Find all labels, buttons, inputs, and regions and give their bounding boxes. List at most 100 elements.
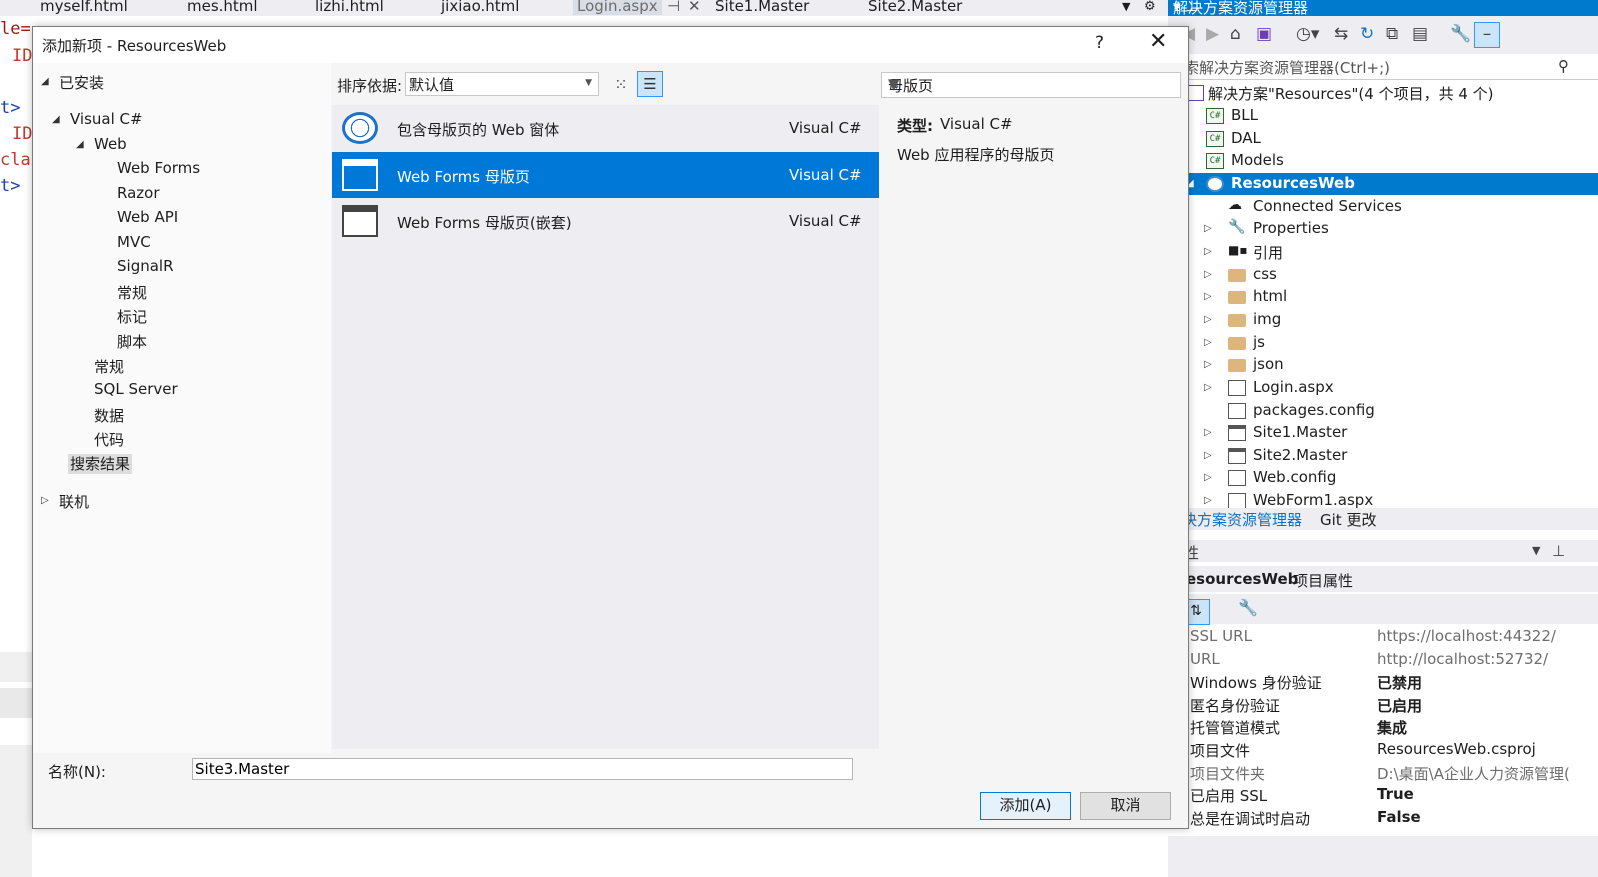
tree-folder-img[interactable]: ▷ img [1168, 309, 1598, 331]
grid-view-icon[interactable]: ⁙ [608, 72, 634, 98]
category-sql-server[interactable]: SQL Server [94, 380, 178, 398]
property-row[interactable]: Windows 身份验证 已禁用 [1168, 671, 1598, 693]
sort-dropdown[interactable]: 默认值 ▼ [405, 72, 599, 96]
collapse-arrow-icon[interactable]: ▷ [1204, 382, 1212, 393]
refresh-icon[interactable]: ↻ [1360, 24, 1374, 44]
show-all-files-icon[interactable]: ▤ [1412, 24, 1428, 44]
expand-arrow-icon[interactable]: ◢ [52, 114, 60, 125]
category-web-api[interactable]: Web API [117, 208, 178, 226]
tree-folder-json[interactable]: ▷ json [1168, 354, 1598, 376]
category-search-results[interactable]: 搜索结果 [68, 453, 133, 474]
pin-icon[interactable]: ▾ ⊥ [1173, 0, 1590, 15]
properties-wrench-icon[interactable]: 🔧 [1450, 24, 1471, 44]
category-data[interactable]: 数据 [94, 405, 124, 426]
property-row[interactable]: URL http://localhost:52732/ [1168, 649, 1598, 671]
property-row[interactable]: SSL URL https://localhost:44322/ [1168, 626, 1598, 648]
collapse-arrow-icon[interactable]: ▷ [1204, 314, 1212, 325]
category-installed[interactable]: ◢ 已安装 [41, 72, 104, 93]
template-item-web-forms-master-page[interactable]: Web Forms 母版页 Visual C# [332, 152, 879, 198]
pin-icon[interactable]: ⊥ [1552, 542, 1565, 560]
category-general-web[interactable]: 常规 [117, 282, 147, 303]
preview-icon[interactable]: – [1474, 22, 1500, 48]
tree-item-connected-services[interactable]: ☁ Connected Services [1168, 196, 1598, 218]
dropdown-arrow-icon[interactable]: ▼ [1532, 544, 1540, 557]
category-mvc[interactable]: MVC [117, 233, 151, 251]
add-button[interactable]: 添加(A) [980, 792, 1071, 820]
tree-file-site1-master[interactable]: ▷ Site1.Master [1168, 422, 1598, 444]
property-row[interactable]: 托管管道模式 集成 [1168, 716, 1598, 738]
tab-jixiao-html[interactable]: jixiao.html [441, 0, 519, 15]
template-list[interactable]: 包含母版页的 Web 窗体 Visual C# Web Forms 母版页 Vi… [332, 105, 879, 749]
category-web[interactable]: ◢ Web [76, 135, 127, 153]
tab-git-changes[interactable]: Git 更改 [1320, 509, 1376, 530]
properties-object[interactable]: esourcesWeb 项目属性 [1168, 566, 1598, 592]
name-field[interactable] [192, 758, 853, 780]
collapse-arrow-icon[interactable]: ▷ [1204, 291, 1212, 302]
collapse-arrow-icon[interactable]: ▷ [1204, 223, 1212, 234]
category-online[interactable]: ▷ 联机 [41, 491, 89, 512]
tree-folder-html[interactable]: ▷ html [1168, 286, 1598, 308]
tab-site2-master[interactable]: Site2.Master [868, 0, 962, 15]
tab-lizhi-html[interactable]: lizhi.html [315, 0, 384, 15]
tree-project-dal[interactable]: C# DAL [1168, 128, 1598, 150]
category-web-forms[interactable]: Web Forms [117, 159, 200, 177]
chevron-down-icon[interactable]: ▼ [888, 75, 900, 93]
collapse-arrow-icon[interactable]: ▷ [1204, 359, 1212, 370]
collapse-arrow-icon[interactable]: ▷ [41, 495, 49, 506]
tree-file-web-config[interactable]: ▷ Web.config [1168, 467, 1598, 489]
expand-arrow-icon[interactable]: ◢ [41, 76, 49, 87]
property-pages-wrench-icon[interactable]: 🔧 [1238, 598, 1258, 617]
tree-item-properties[interactable]: ▷ 🔧 Properties [1168, 218, 1598, 240]
tree-project-models[interactable]: C# Models [1168, 150, 1598, 172]
template-item-nested-master-page[interactable]: Web Forms 母版页(嵌套) Visual C# [332, 198, 879, 244]
tab-dropdown-icon[interactable]: ▼ [1122, 0, 1130, 13]
sync-icon[interactable]: ⇆ [1334, 24, 1348, 44]
tree-file-webform1-aspx[interactable]: ▷ WebForm1.aspx [1168, 490, 1598, 508]
category-razor[interactable]: Razor [117, 184, 160, 202]
category-general[interactable]: 常规 [94, 356, 124, 377]
forward-icon[interactable]: ▶ [1206, 24, 1219, 44]
category-markup[interactable]: 标记 [117, 306, 147, 327]
category-visual-csharp[interactable]: ◢ Visual C# [52, 110, 143, 128]
category-code[interactable]: 代码 [94, 429, 124, 450]
tree-project-bll[interactable]: C# BLL [1168, 105, 1598, 127]
switch-views-icon[interactable]: ▣ [1256, 24, 1272, 44]
help-icon[interactable]: ? [1095, 33, 1104, 53]
tree-file-login-aspx[interactable]: ▷ Login.aspx [1168, 377, 1598, 399]
tree-item-references[interactable]: ▷ ■▪ 引用 [1168, 241, 1598, 263]
properties-grid[interactable]: SSL URL https://localhost:44322/ URL http:… [1168, 626, 1598, 836]
tab-myself-html[interactable]: myself.html [40, 0, 128, 15]
collapse-arrow-icon[interactable]: ▷ [1204, 472, 1212, 483]
collapse-arrow-icon[interactable]: ▷ [1204, 495, 1212, 506]
close-tab-icon[interactable]: ✕ [688, 0, 701, 15]
solution-tree[interactable]: 解决方案"Resources"(4 个项目，共 4 个) C# BLL C# D… [1168, 80, 1598, 508]
close-icon[interactable]: ✕ [1149, 29, 1167, 54]
search-icon[interactable]: ⚲ [1558, 57, 1569, 75]
tree-folder-css[interactable]: ▷ css [1168, 264, 1598, 286]
property-row[interactable]: 项目文件 ResourcesWeb.csproj [1168, 739, 1598, 761]
collapse-arrow-icon[interactable]: ▷ [1204, 450, 1212, 461]
collapse-arrow-icon[interactable]: ▷ [1204, 269, 1212, 280]
tree-folder-js[interactable]: ▷ js [1168, 332, 1598, 354]
pending-changes-icon[interactable]: ◷▾ [1296, 24, 1319, 44]
tree-file-site2-master[interactable]: ▷ Site2.Master [1168, 445, 1598, 467]
tab-solution-explorer[interactable]: 决方案资源管理器 [1182, 509, 1302, 530]
collapse-all-icon[interactable]: ⧉ [1386, 24, 1398, 44]
collapse-arrow-icon[interactable]: ▷ [1204, 337, 1212, 348]
property-row[interactable]: 项目文件夹 D:\桌面\A企业人力资源管理( [1168, 762, 1598, 784]
property-row[interactable]: 匿名身份验证 已启用 [1168, 694, 1598, 716]
cancel-button[interactable]: 取消 [1080, 792, 1171, 820]
tree-project-resourcesweb[interactable]: ◢ ResourcesWeb [1168, 173, 1598, 195]
collapse-arrow-icon[interactable]: ▷ [1204, 246, 1212, 257]
settings-gear-icon[interactable]: ⚙ [1144, 0, 1156, 14]
expand-arrow-icon[interactable]: ◢ [76, 139, 84, 150]
category-signalr[interactable]: SignalR [117, 257, 174, 275]
collapse-arrow-icon[interactable]: ▷ [1204, 427, 1212, 438]
property-row[interactable]: 总是在调试时启动 False [1168, 807, 1598, 829]
tab-site1-master[interactable]: Site1.Master [715, 0, 809, 15]
template-search-input[interactable]: 母版页 ✕ ▼ [881, 72, 1181, 98]
tab-login-aspx[interactable]: Login.aspx [573, 0, 662, 15]
tab-mes-html[interactable]: mes.html [187, 0, 258, 15]
template-item-web-form-with-master[interactable]: 包含母版页的 Web 窗体 Visual C# [332, 105, 879, 151]
home-icon[interactable]: ⌂ [1230, 24, 1241, 44]
